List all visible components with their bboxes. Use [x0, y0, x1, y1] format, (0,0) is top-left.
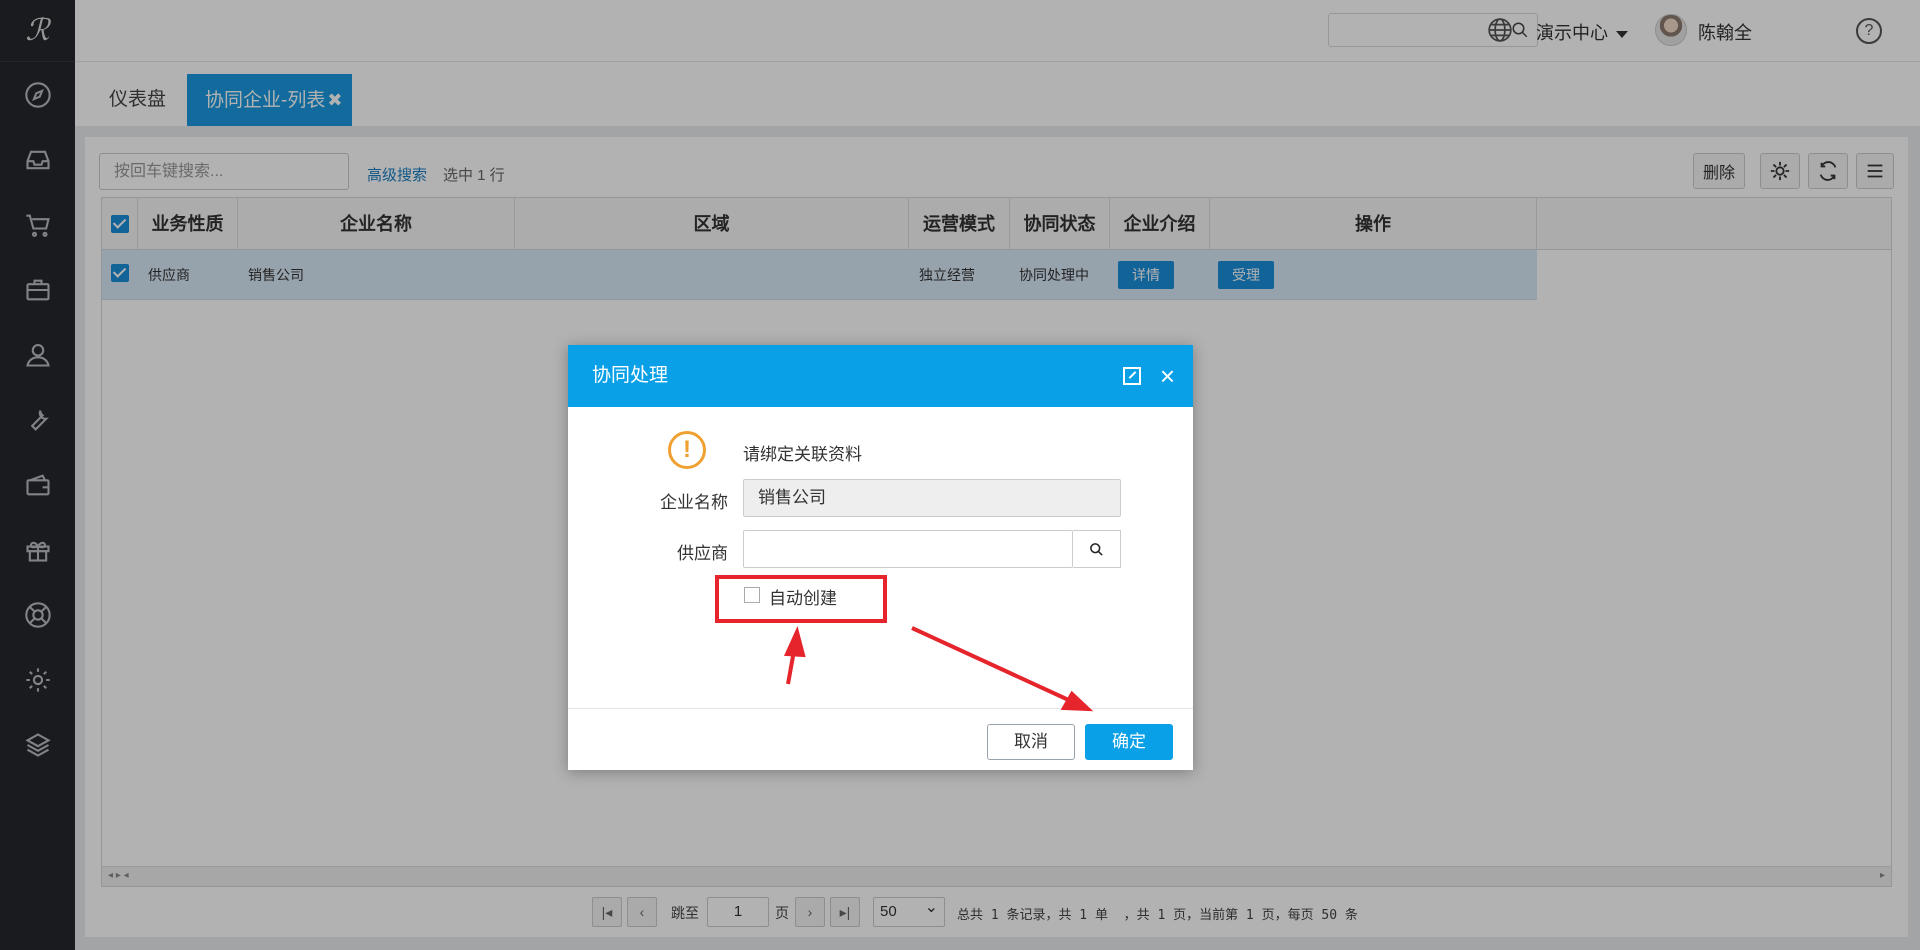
- cancel-button[interactable]: 取消: [987, 724, 1075, 760]
- company-field: 销售公司: [743, 479, 1121, 517]
- warning-message: 请绑定关联资料: [743, 445, 862, 464]
- company-label: 企业名称: [660, 493, 728, 512]
- sync-dialog: 协同处理 × ! 请绑定关联资料 企业名称 销售公司 供应商 自动创建 取消 确…: [568, 345, 1193, 770]
- dialog-divider: [568, 708, 1193, 709]
- dialog-title: 协同处理: [592, 365, 669, 386]
- close-icon[interactable]: ×: [1160, 345, 1175, 407]
- supplier-label: 供应商: [677, 544, 728, 563]
- maximize-icon[interactable]: [1123, 367, 1141, 385]
- warning-icon: !: [668, 431, 706, 469]
- supplier-field[interactable]: [743, 530, 1073, 568]
- annotation-highlight-box: [715, 575, 887, 623]
- search-icon: [1090, 542, 1103, 556]
- confirm-button[interactable]: 确定: [1085, 724, 1173, 760]
- dialog-header: 协同处理 ×: [568, 345, 1193, 407]
- supplier-search-button[interactable]: [1073, 530, 1121, 568]
